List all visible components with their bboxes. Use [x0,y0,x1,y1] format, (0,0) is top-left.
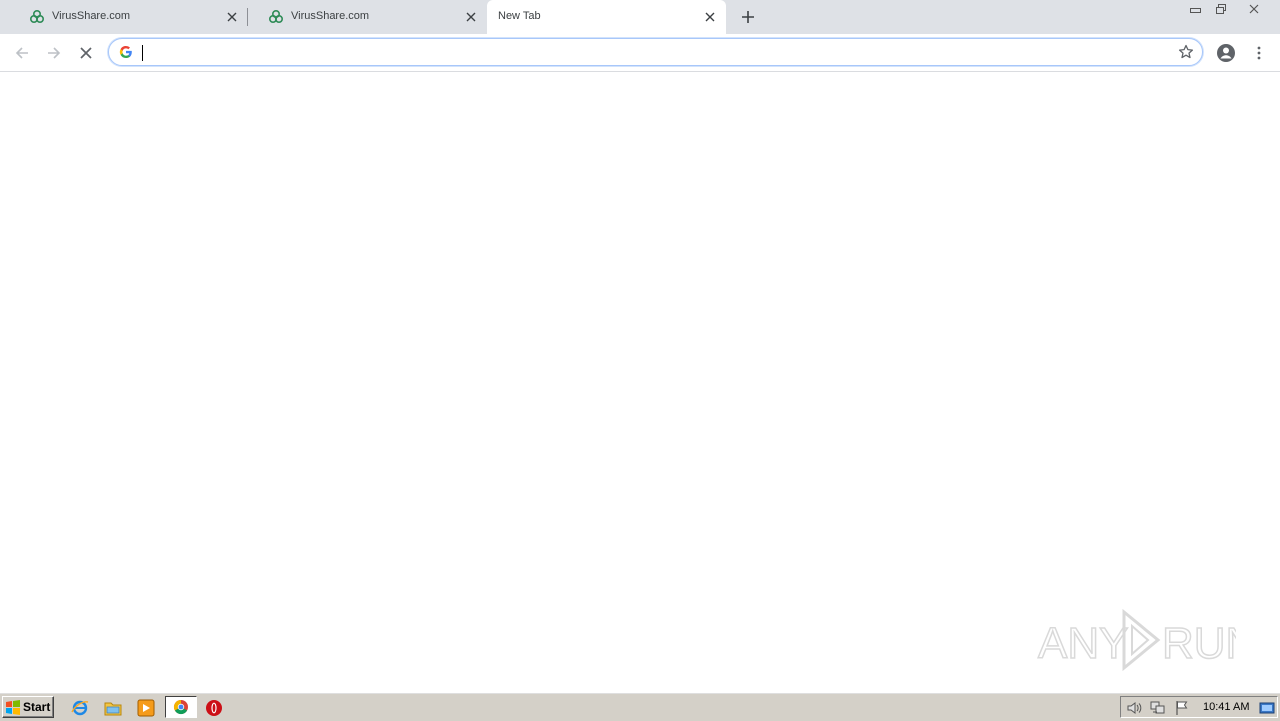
bookmark-star-icon[interactable] [1178,44,1194,60]
stop-icon [80,47,92,59]
opera-icon[interactable] [204,698,224,718]
close-tab-icon[interactable] [463,9,479,25]
google-icon [119,45,133,59]
minimize-button[interactable] [1183,0,1208,18]
folder-icon[interactable] [103,698,123,718]
start-button[interactable]: Start [2,696,54,718]
close-window-button[interactable] [1240,0,1268,18]
plus-icon [742,11,754,23]
start-label: Start [23,700,51,714]
tab-title: VirusShare.com [291,10,370,22]
tab-new-tab[interactable]: New Tab [487,0,726,34]
menu-button[interactable] [1248,42,1270,64]
network-icon[interactable] [1150,700,1166,716]
volume-icon[interactable] [1126,700,1142,716]
system-tray: 10:41 AM [1120,696,1278,718]
tab-virusshare-2[interactable]: VirusShare.com [248,0,487,34]
chrome-icon[interactable] [165,696,197,718]
arrow-right-icon [48,47,61,59]
close-tab-icon[interactable] [702,9,718,25]
watermark-text-left: ANY [1038,619,1128,668]
profile-button[interactable] [1215,42,1237,64]
new-tab-button[interactable] [738,7,758,27]
arrow-left-icon [15,47,28,59]
minimize-icon [1189,8,1201,13]
media-player-icon[interactable] [136,698,156,718]
biohazard-icon [268,9,284,25]
windows-flag-icon [5,699,21,715]
page-content [0,72,1280,692]
action-center-flag-icon[interactable] [1174,700,1190,716]
close-tab-icon[interactable] [224,9,240,25]
browser-toolbar [0,34,1280,72]
text-caret [142,45,143,61]
tab-title: VirusShare.com [52,10,131,22]
kebab-menu-icon [1257,46,1261,60]
back-button[interactable] [11,42,33,64]
account-icon [1217,44,1235,62]
ie-icon[interactable] [70,698,90,718]
forward-button[interactable] [43,42,65,64]
restore-icon [1215,4,1226,14]
biohazard-icon [29,9,45,25]
watermark-text-right: RUN [1162,619,1236,668]
tab-title: New Tab [498,10,541,22]
address-bar[interactable] [108,38,1203,66]
show-desktop-icon[interactable] [1259,700,1275,716]
url-input[interactable] [141,43,1161,61]
anyrun-logo: ANY RUN [1037,608,1258,672]
clock[interactable]: 10:41 AM [1203,701,1249,713]
taskbar: Start 10:41 AM [0,692,1280,721]
stop-loading-button[interactable] [75,42,97,64]
tab-strip: VirusShare.com VirusShare.com New Tab [0,0,1280,34]
restore-button[interactable] [1208,0,1233,18]
close-icon [1249,4,1259,14]
tab-virusshare-1[interactable]: VirusShare.com [9,0,248,34]
anyrun-watermark: ANY RUN [1036,608,1258,672]
